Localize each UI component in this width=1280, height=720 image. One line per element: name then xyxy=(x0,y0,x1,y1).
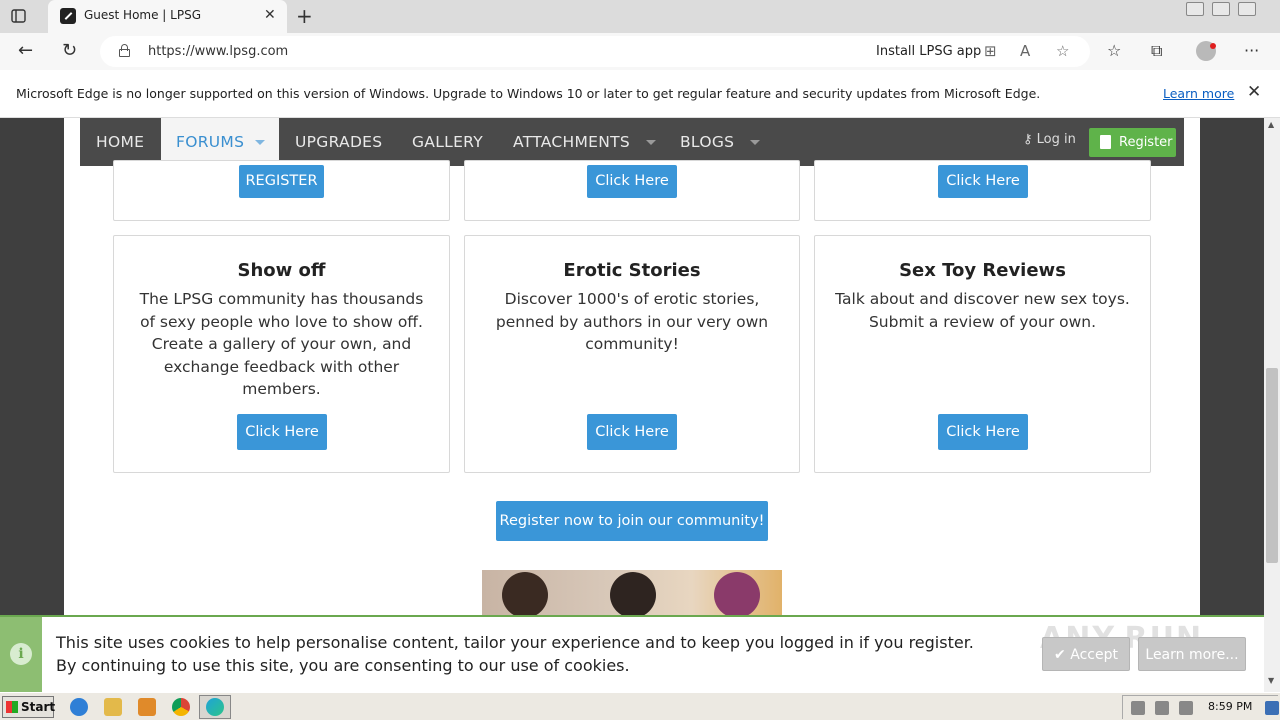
info-icon: i xyxy=(10,643,32,665)
cookie-accept-button[interactable]: ✔ Accept xyxy=(1042,637,1130,671)
cookie-notice: i This site uses cookies to help persona… xyxy=(0,615,1264,692)
url-text: https://www.lpsg.com xyxy=(148,44,289,59)
nav-attachments[interactable]: ATTACHMENTS xyxy=(513,118,656,166)
tab-actions-icon[interactable] xyxy=(10,7,28,25)
chevron-down-icon[interactable] xyxy=(254,140,265,145)
close-tab-icon[interactable]: ✕ xyxy=(264,7,276,23)
cookie-text-line1: This site uses cookies to help personali… xyxy=(56,633,974,652)
back-icon[interactable]: ← xyxy=(18,40,33,61)
nav-blogs[interactable]: BLOGS xyxy=(680,118,760,166)
promo-banner-image[interactable] xyxy=(482,570,782,615)
card-description: Talk about and discover new sex toys. Su… xyxy=(835,290,1130,331)
start-button[interactable]: Start xyxy=(2,696,56,718)
window-close-icon[interactable] xyxy=(1238,2,1256,16)
check-icon: ✔ xyxy=(1054,647,1066,663)
register-button[interactable]: Register xyxy=(1089,128,1176,157)
edge-icon xyxy=(206,698,224,716)
app-install-icon[interactable]: ⊞ xyxy=(984,42,997,60)
infobar-message: Microsoft Edge is no longer supported on… xyxy=(16,86,1041,101)
restore-icon[interactable] xyxy=(1212,2,1230,16)
windows-logo-icon xyxy=(6,701,18,713)
nav-upgrades[interactable]: UPGRADES xyxy=(295,118,382,166)
start-label: Start xyxy=(21,700,56,714)
clipboard-icon xyxy=(1100,135,1111,149)
page-scrollbar[interactable]: ▲ ▼ xyxy=(1264,118,1280,692)
favicon-icon xyxy=(60,8,76,24)
card-top-2: Click Here xyxy=(464,160,800,221)
favorites-icon[interactable]: ☆ xyxy=(1107,41,1121,60)
show-off-click-here-button[interactable]: Click Here xyxy=(237,414,327,450)
profile-avatar[interactable] xyxy=(1196,41,1216,61)
key-icon: ⚷ xyxy=(1023,132,1033,147)
internet-explorer-icon[interactable] xyxy=(70,698,88,716)
show-desktop-icon[interactable] xyxy=(1265,701,1279,715)
nav-forums-label: FORUMS xyxy=(176,133,245,151)
card-show-off: Show off The LPSG community has thousand… xyxy=(113,235,450,473)
unsupported-os-infobar: Microsoft Edge is no longer supported on… xyxy=(0,70,1280,118)
card-register-button[interactable]: REGISTER xyxy=(239,165,324,198)
infobar-close-icon[interactable]: ✕ xyxy=(1247,82,1261,102)
scrollbar-thumb[interactable] xyxy=(1266,368,1278,563)
system-tray xyxy=(1122,695,1279,719)
nav-upgrades-label: UPGRADES xyxy=(295,133,383,151)
cookie-learn-more-button[interactable]: Learn more... xyxy=(1138,637,1246,671)
erotic-stories-click-here-button[interactable]: Click Here xyxy=(587,414,677,450)
file-explorer-icon[interactable] xyxy=(104,698,122,716)
cookie-notice-side: i xyxy=(0,617,42,692)
nav-home-label: HOME xyxy=(96,133,145,151)
card-title: Show off xyxy=(237,260,326,281)
accept-label: Accept xyxy=(1070,647,1118,663)
scroll-down-icon[interactable]: ▼ xyxy=(1268,676,1274,685)
minimize-icon[interactable] xyxy=(1186,2,1204,16)
media-player-icon[interactable] xyxy=(138,698,156,716)
nav-home[interactable]: HOME xyxy=(96,118,144,166)
nav-gallery-label: GALLERY xyxy=(412,133,484,151)
card-title: Erotic Stories xyxy=(563,260,701,281)
address-bar[interactable]: https://www.lpsg.com Install LPSG app ⊞ … xyxy=(100,36,1090,67)
add-favorite-icon[interactable]: ☆ xyxy=(1056,42,1069,60)
tab-strip: Guest Home | LPSG ✕ + xyxy=(0,0,1280,33)
register-cta-button[interactable]: Register now to join our community! xyxy=(496,501,768,541)
register-label: Register xyxy=(1119,135,1173,150)
card-top-3: Click Here xyxy=(814,160,1151,221)
card-description: Discover 1000's of erotic stories, penne… xyxy=(495,290,769,353)
network-icon[interactable] xyxy=(1155,701,1169,715)
install-app-label[interactable]: Install LPSG app xyxy=(876,44,981,59)
chevron-down-icon[interactable] xyxy=(645,140,656,145)
tab-title: Guest Home | LPSG xyxy=(84,8,202,22)
refresh-icon[interactable]: ↻ xyxy=(62,40,77,61)
login-label: Log in xyxy=(1036,132,1076,147)
site-navigation: HOME FORUMS UPGRADES GALLERY ATTACHMENTS… xyxy=(80,118,1184,166)
login-link[interactable]: ⚷ Log in xyxy=(1023,132,1076,147)
infobar-learn-more-link[interactable]: Learn more xyxy=(1163,86,1234,101)
nav-attachments-label: ATTACHMENTS xyxy=(513,133,631,151)
card-top-1: REGISTER xyxy=(113,160,450,221)
scroll-up-icon[interactable]: ▲ xyxy=(1268,120,1274,129)
cookie-text-line2: By continuing to use this site, you are … xyxy=(56,656,630,675)
flag-icon[interactable] xyxy=(1179,701,1193,715)
card-title: Sex Toy Reviews xyxy=(899,260,1066,281)
windows-taskbar: Start 8:59 PM xyxy=(0,692,1280,720)
nav-blogs-label: BLOGS xyxy=(680,133,735,151)
card-click-here-button[interactable]: Click Here xyxy=(587,165,677,198)
card-description: The LPSG community has thousands of sexy… xyxy=(139,290,424,398)
nav-forums[interactable]: FORUMS xyxy=(161,118,279,166)
volume-icon[interactable] xyxy=(1131,701,1145,715)
browser-toolbar: ← ↻ https://www.lpsg.com Install LPSG ap… xyxy=(0,33,1280,70)
sex-toy-reviews-click-here-button[interactable]: Click Here xyxy=(938,414,1028,450)
chevron-down-icon[interactable] xyxy=(749,140,760,145)
browser-tab[interactable]: Guest Home | LPSG ✕ xyxy=(48,0,287,33)
card-click-here-button[interactable]: Click Here xyxy=(938,165,1028,198)
read-aloud-icon[interactable]: A xyxy=(1020,42,1030,60)
clock: 8:59 PM xyxy=(1208,700,1253,713)
edge-taskbar-button[interactable] xyxy=(199,695,231,719)
new-tab-icon[interactable]: + xyxy=(296,4,313,28)
card-sex-toy-reviews: Sex Toy Reviews Talk about and discover … xyxy=(814,235,1151,473)
more-icon[interactable]: ··· xyxy=(1244,41,1259,60)
card-erotic-stories: Erotic Stories Discover 1000's of erotic… xyxy=(464,235,800,473)
chrome-icon[interactable] xyxy=(172,698,190,716)
lock-icon[interactable] xyxy=(119,44,130,57)
collections-icon[interactable]: ⧉ xyxy=(1151,41,1162,61)
nav-gallery[interactable]: GALLERY xyxy=(412,118,483,166)
